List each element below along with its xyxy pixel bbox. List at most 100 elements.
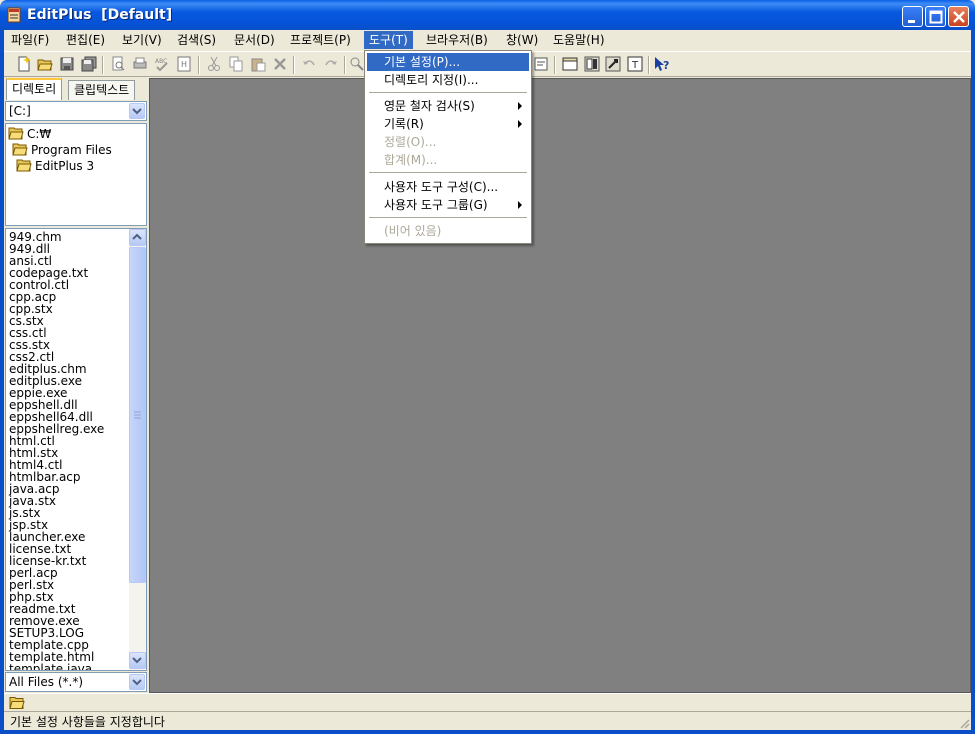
minimize-button[interactable] [902, 6, 923, 27]
close-icon [953, 11, 965, 23]
drive-select[interactable]: [C:] [5, 101, 147, 121]
menu-help[interactable]: 도움말(H) [548, 31, 610, 49]
file-filter-select[interactable]: All Files (*.*) [5, 672, 147, 692]
tree-item-editplus[interactable]: EditPlus 3 [16, 158, 94, 174]
find-icon[interactable] [349, 56, 365, 72]
menu-tools[interactable]: 도구(T) [364, 31, 413, 49]
folder-tree: C:₩ Program Files EditPlus 3 [5, 123, 147, 226]
maximize-icon [929, 10, 943, 24]
file-list-item[interactable]: template.java [9, 663, 127, 670]
chevron-down-icon [132, 108, 142, 115]
menu-view[interactable]: 보기(V) [117, 31, 167, 49]
menu-document[interactable]: 문서(D) [229, 31, 280, 49]
minimize-icon [908, 20, 915, 23]
toolbar-separator [102, 56, 104, 74]
menu-item-label: 사용자 도구 그룹(G) [384, 198, 488, 212]
tools-menu-dropdown: 기본 설정(P)... 디렉토리 지정(I)... 영문 철자 검사(S) 기록… [364, 50, 532, 244]
file-filter-dropdown-button[interactable] [129, 674, 145, 690]
tree-item-label: Program Files [31, 143, 112, 157]
menu-file[interactable]: 파일(F) [6, 31, 54, 49]
menu-item-user-tool-group[interactable]: 사용자 도구 그룹(G) [367, 196, 529, 214]
menu-project[interactable]: 프로젝트(P) [285, 31, 356, 49]
window-tab-bar [4, 693, 971, 711]
file-filter-value: All Files (*.*) [9, 675, 84, 689]
window-frame-bottom [0, 730, 975, 734]
menu-separator [369, 92, 527, 94]
menu-item-spell-check[interactable]: 영문 철자 검사(S) [367, 97, 529, 115]
menu-item-preferences[interactable]: 기본 설정(P)... [367, 53, 529, 71]
menu-item-empty: (비어 있음) [384, 224, 442, 238]
status-bar: 기본 설정 사항들을 지정합니다 [4, 711, 971, 730]
tree-item-drive[interactable]: C:₩ [8, 126, 51, 142]
submenu-arrow-icon [518, 102, 522, 110]
svg-text:T: T [631, 60, 639, 71]
resize-grip-icon[interactable] [958, 717, 970, 729]
chevron-down-icon [132, 657, 142, 664]
open-folder-icon[interactable] [37, 56, 53, 72]
whats-this-icon[interactable]: ? [654, 56, 670, 72]
redo-icon[interactable] [323, 56, 339, 72]
tree-item-label: C:₩ [27, 127, 52, 141]
tree-item-program-files[interactable]: Program Files [12, 142, 112, 158]
editor-workspace[interactable] [149, 78, 971, 693]
save-icon[interactable] [59, 56, 75, 72]
menu-item-user-tools-config[interactable]: 사용자 도구 구성(C)... [367, 178, 529, 196]
menu-item-label: 영문 철자 검사(S) [384, 99, 475, 113]
html-icon[interactable]: H [176, 56, 192, 72]
spell-check-icon[interactable]: ABC [154, 56, 170, 72]
menu-bar: 파일(F) 편집(E) 보기(V) 검색(S) 문서(D) 프로젝트(P) 도구… [4, 30, 971, 50]
print-preview-icon[interactable] [110, 56, 126, 72]
menu-window[interactable]: 창(W) [501, 31, 543, 49]
chevron-up-icon [132, 233, 142, 240]
scroll-thumb[interactable] [129, 247, 146, 583]
maximize-button[interactable] [925, 6, 946, 27]
menu-separator [369, 217, 527, 219]
copy-icon[interactable] [228, 56, 244, 72]
new-file-icon[interactable] [16, 56, 32, 72]
print-icon[interactable] [132, 56, 148, 72]
submenu-arrow-icon [518, 120, 522, 128]
toolbar-separator [554, 56, 556, 74]
file-list-items: 949.chm 949.dll ansi.ctl codepage.txt contro… [9, 231, 127, 670]
open-folder-icon [16, 159, 32, 172]
window-frame-right [971, 30, 975, 734]
menu-separator [369, 172, 527, 174]
tab-cliptext[interactable]: 클립텍스트 [68, 80, 136, 100]
wordwrap-icon[interactable] [533, 56, 549, 72]
output-window-icon[interactable]: T [627, 56, 643, 72]
clip-icon[interactable] [605, 56, 621, 72]
svg-text:H: H [181, 60, 187, 69]
file-list[interactable]: 949.chm 949.dll ansi.ctl codepage.txt contro… [5, 228, 147, 671]
directory-window-icon[interactable] [584, 56, 600, 72]
toolbar-separator [293, 56, 295, 74]
tab-directory[interactable]: 디렉토리 [6, 78, 63, 100]
menu-item-record[interactable]: 기록(R) [367, 115, 529, 133]
cut-icon[interactable] [206, 56, 222, 72]
scroll-up-button[interactable] [129, 229, 146, 246]
scroll-down-button[interactable] [129, 652, 146, 669]
menu-item-sum: 합계(M)... [384, 153, 438, 167]
document-window-icon[interactable] [562, 56, 578, 72]
toolbar-separator [344, 56, 346, 74]
menu-item-label: 기록(R) [384, 117, 424, 131]
toolbar-separator [198, 56, 200, 74]
delete-icon[interactable] [272, 56, 288, 72]
grip-icon [134, 411, 141, 419]
editplus-app-icon [7, 7, 21, 23]
close-window-button[interactable] [948, 6, 969, 27]
undo-icon[interactable] [301, 56, 317, 72]
menu-browser[interactable]: 브라우저(B) [421, 31, 493, 49]
open-folder-icon[interactable] [9, 695, 25, 710]
menu-item-sort: 정렬(O)... [384, 135, 437, 149]
drive-dropdown-button[interactable] [129, 103, 145, 119]
file-list-scrollbar[interactable] [129, 229, 146, 670]
paste-icon[interactable] [250, 56, 266, 72]
menu-edit[interactable]: 편집(E) [61, 31, 110, 49]
save-all-icon[interactable] [81, 56, 97, 72]
toolbar-separator [648, 56, 650, 74]
title-bar[interactable]: EditPlus [Default] [0, 0, 975, 30]
menu-item-set-directory[interactable]: 디렉토리 지정(I)... [367, 71, 529, 89]
chevron-down-icon [132, 679, 142, 686]
open-folder-icon [12, 143, 28, 156]
menu-search[interactable]: 검색(S) [172, 31, 221, 49]
